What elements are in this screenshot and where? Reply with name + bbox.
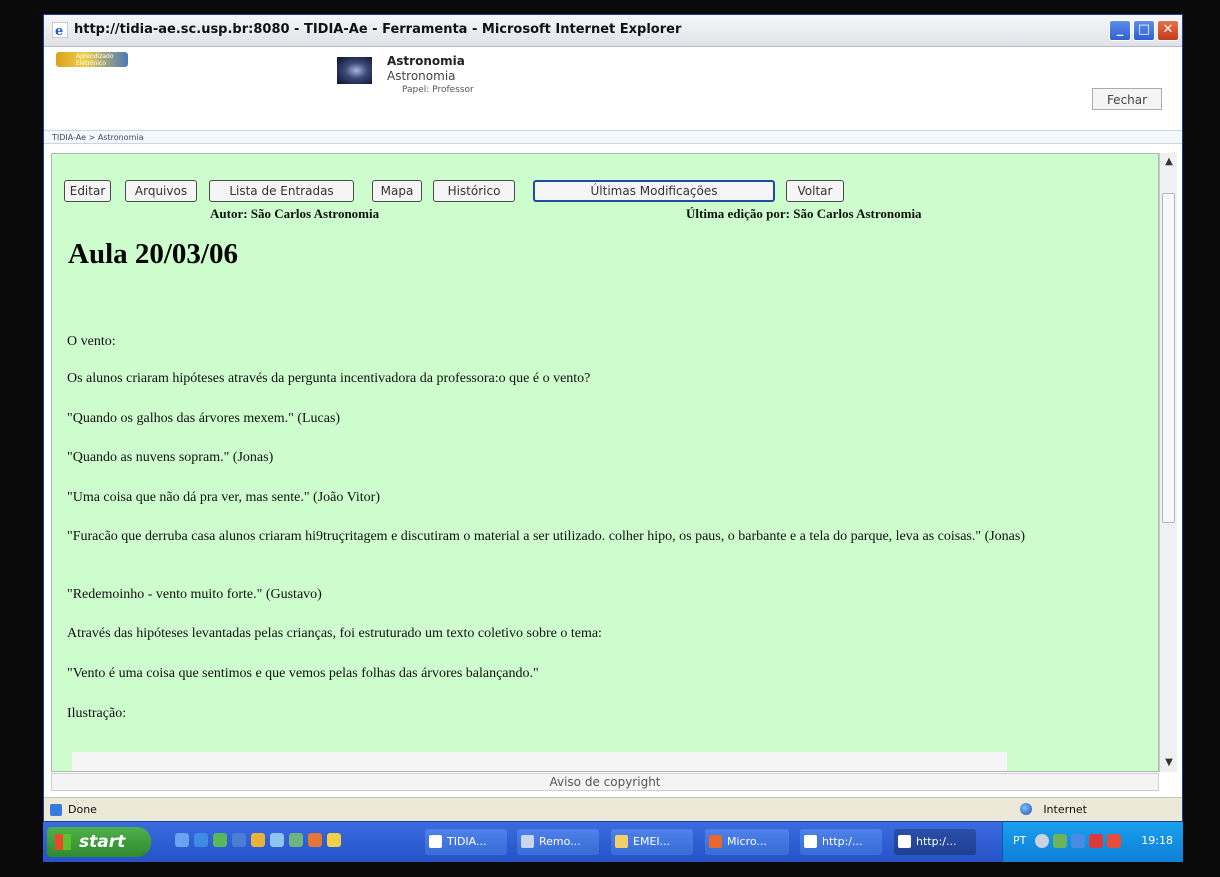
paragraph: "Uma coisa que não dá pra ver, mas sente… <box>67 490 381 505</box>
network-tray-icon[interactable] <box>1053 834 1067 848</box>
copyright-link[interactable]: Aviso de copyright <box>51 773 1159 791</box>
course-subtitle: Astronomia <box>387 69 456 83</box>
paragraph: Ilustração: <box>67 706 127 721</box>
close-window-button[interactable]: ✕ <box>1157 20 1179 41</box>
close-icon: ✕ <box>1162 22 1174 37</box>
remote-task-icon <box>521 835 534 848</box>
task-button[interactable]: EMEI... <box>611 829 693 855</box>
illustration-image <box>72 752 1007 771</box>
back-button[interactable]: Voltar <box>786 180 844 202</box>
quick-launch-outlook-icon[interactable] <box>251 833 265 847</box>
ie-task-icon <box>429 835 442 848</box>
task-label: http:/... <box>916 835 957 848</box>
start-label: start <box>79 832 126 852</box>
system-tray: PT 19:18 <box>1002 822 1183 862</box>
quick-launch-media-icon[interactable] <box>327 833 341 847</box>
clock-tray-icon[interactable] <box>1035 834 1049 848</box>
page-title: Aula 20/03/06 <box>68 238 238 270</box>
map-button[interactable]: Mapa <box>372 180 422 202</box>
breadcrumb[interactable]: TIDIA-Ae > Astronomia <box>44 130 1182 144</box>
scroll-down-icon[interactable]: ▼ <box>1160 754 1178 772</box>
recent-changes-button[interactable]: Últimas Modificações <box>533 180 775 202</box>
quick-launch-firefox-icon[interactable] <box>308 833 322 847</box>
powerpoint-task-icon <box>709 835 722 848</box>
app-header: Aprendizado Eletrônico Astronomia Astron… <box>44 47 1182 133</box>
files-button[interactable]: Arquivos <box>125 180 197 202</box>
status-text: Done <box>68 803 97 816</box>
task-label: http:/... <box>822 835 863 848</box>
user-role: Papel: Professor <box>402 85 474 95</box>
internet-explorer-icon: e <box>52 22 68 38</box>
quick-launch-ie-icon[interactable] <box>194 833 208 847</box>
ie-task-icon <box>898 835 911 848</box>
scroll-thumb[interactable] <box>1162 193 1175 523</box>
quick-launch-excel-icon[interactable] <box>213 833 227 847</box>
maximize-icon: □ <box>1137 22 1151 37</box>
course-title: Astronomia <box>387 54 465 68</box>
quick-launch-search-icon[interactable] <box>270 833 284 847</box>
logo-text: Aprendizado Eletrônico <box>76 53 114 67</box>
ie-task-icon <box>804 835 817 848</box>
task-button[interactable]: TIDIA... <box>425 829 507 855</box>
task-label: TIDIA... <box>447 835 487 848</box>
course-image <box>337 57 372 84</box>
task-label: EMEI... <box>633 835 671 848</box>
windows-logo-icon <box>55 834 71 850</box>
paragraph: "Furacão que derruba casa alunos criaram… <box>67 529 1026 544</box>
status-bar: Done Internet <box>44 797 1182 821</box>
minimize-button[interactable]: _ <box>1109 20 1131 41</box>
taskbar: start TIDIA... Remo... EMEI... Micro... … <box>43 822 1183 862</box>
folder-task-icon <box>615 835 628 848</box>
task-label: Micro... <box>727 835 767 848</box>
quick-launch-desktop-icon[interactable] <box>289 833 303 847</box>
language-indicator[interactable]: PT <box>1013 834 1026 847</box>
start-button[interactable]: start <box>47 827 151 857</box>
browser-window: e http://tidia-ae.sc.usp.br:8080 - TIDIA… <box>43 14 1183 822</box>
paragraph: "Quando os galhos das árvores mexem." (L… <box>67 411 341 426</box>
clock: 19:18 <box>1141 834 1173 847</box>
svg-text:e: e <box>55 24 63 38</box>
history-button[interactable]: Histórico <box>433 180 515 202</box>
close-button[interactable]: Fechar <box>1092 88 1162 110</box>
task-label: Remo... <box>539 835 581 848</box>
minimize-icon: _ <box>1116 22 1124 37</box>
page-done-icon <box>50 804 62 816</box>
task-button[interactable]: Micro... <box>705 829 789 855</box>
paragraph: Os alunos criaram hipóteses através da p… <box>67 371 591 386</box>
entry-list-button[interactable]: Lista de Entradas <box>209 180 354 202</box>
task-button-active[interactable]: http:/... <box>894 829 976 855</box>
internet-zone-icon <box>1020 803 1032 815</box>
quick-launch-icon[interactable] <box>175 833 189 847</box>
tidia-logo[interactable]: Aprendizado Eletrônico <box>56 52 128 67</box>
paragraph: "Redemoinho - vento muito forte." (Gusta… <box>67 587 322 602</box>
network-tray-icon-2[interactable] <box>1071 834 1085 848</box>
title-bar: e http://tidia-ae.sc.usp.br:8080 - TIDIA… <box>44 15 1182 47</box>
alert-tray-icon[interactable] <box>1089 834 1103 848</box>
paragraph: O vento: <box>67 334 116 349</box>
last-edit-label: Última edição por: São Carlos Astronomia <box>686 206 922 221</box>
task-button[interactable]: Remo... <box>517 829 599 855</box>
maximize-button[interactable]: □ <box>1133 20 1155 41</box>
volume-tray-icon[interactable] <box>1107 834 1121 848</box>
quick-launch-word-icon[interactable] <box>232 833 246 847</box>
scroll-up-icon[interactable]: ▲ <box>1160 153 1178 171</box>
window-title: http://tidia-ae.sc.usp.br:8080 - TIDIA-A… <box>74 22 682 37</box>
security-zone: Internet <box>1043 803 1087 816</box>
wiki-content: Editar Arquivos Lista de Entradas Mapa H… <box>51 153 1159 772</box>
task-button[interactable]: http:/... <box>800 829 882 855</box>
paragraph: "Quando as nuvens sopram." (Jonas) <box>67 450 274 465</box>
author-label: Autor: São Carlos Astronomia <box>210 206 380 221</box>
paragraph: Através das hipóteses levantadas pelas c… <box>67 626 602 641</box>
vertical-scrollbar[interactable]: ▲ ▼ <box>1159 153 1177 772</box>
paragraph: "Vento é uma coisa que sentimos e que ve… <box>67 666 539 681</box>
edit-button[interactable]: Editar <box>64 180 111 202</box>
